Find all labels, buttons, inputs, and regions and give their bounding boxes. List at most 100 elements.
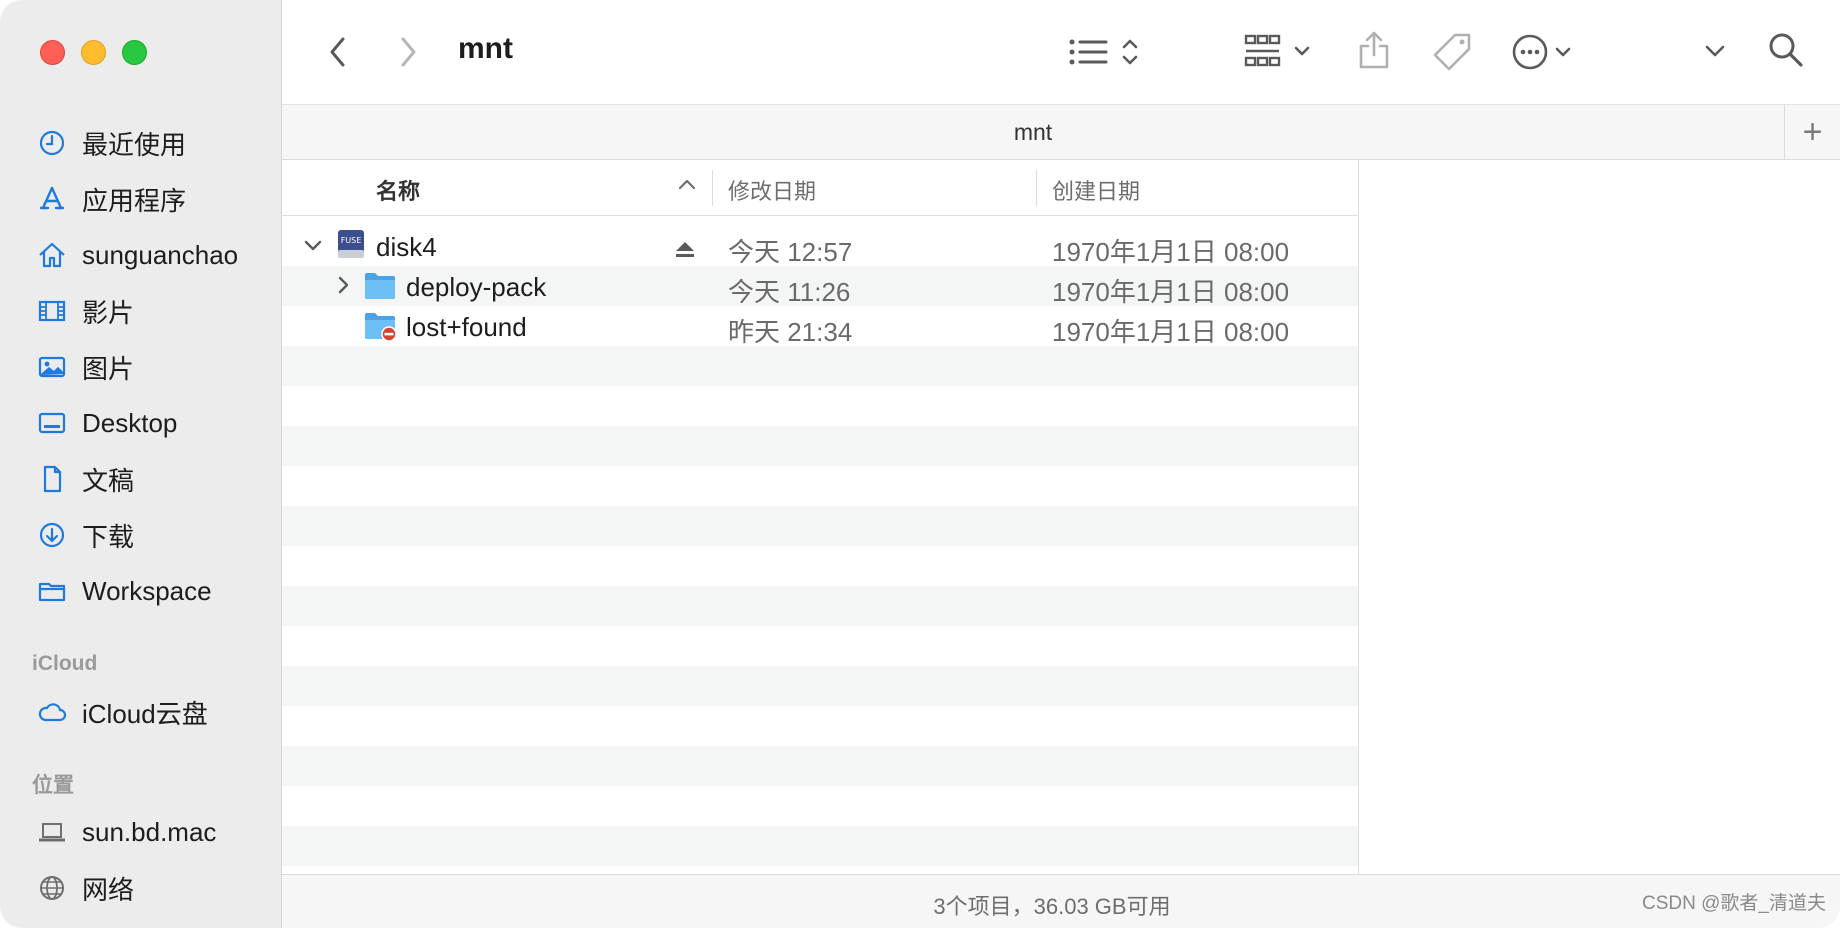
empty-row (282, 426, 1358, 466)
sidebar-item-workspace[interactable]: Workspace (0, 563, 282, 619)
search-button[interactable] (1766, 30, 1806, 70)
sidebar-item-downloads[interactable]: 下载 (0, 507, 282, 563)
watermark: CSDN @歌者_清道夫 (1642, 893, 1826, 914)
minimize-button[interactable] (81, 40, 106, 65)
empty-row (282, 826, 1358, 866)
empty-row (282, 546, 1358, 586)
sidebar-item-movies[interactable]: 影片 (0, 283, 282, 339)
action-menu-button[interactable] (1512, 30, 1578, 74)
sidebar-item-label: 图片 (82, 353, 135, 384)
sidebar-item-documents[interactable]: 文稿 (0, 451, 282, 507)
sidebar-item-home[interactable]: sunguanchao (0, 227, 282, 283)
file-name: deploy-pack (406, 272, 547, 302)
globe-icon (36, 872, 68, 904)
file-list: FUSE disk4 今天 12:57 1970年1月1日 08:00 depl… (282, 216, 1358, 874)
forward-button[interactable] (394, 32, 424, 72)
sidebar-item-pictures[interactable]: 图片 (0, 339, 282, 395)
sidebar-heading-locations: 位置 (32, 774, 74, 797)
share-button[interactable] (1356, 28, 1392, 72)
table-row[interactable]: deploy-pack 今天 11:26 1970年1月1日 08:00 (282, 266, 1358, 307)
preview-pane (1358, 160, 1840, 874)
sidebar-item-recents[interactable]: 最近使用 (0, 115, 282, 171)
folder-icon (36, 575, 68, 607)
tab-bar: mnt + (282, 104, 1840, 160)
chevron-left-icon (330, 37, 345, 67)
empty-row (282, 466, 1358, 506)
sidebar-item-icloud-drive[interactable]: iCloud云盘 (0, 684, 282, 740)
download-icon (36, 519, 68, 551)
sidebar-locations: sun.bd.mac 网络 (0, 804, 282, 916)
sidebar-item-applications[interactable]: 应用程序 (0, 171, 282, 227)
tag-button[interactable] (1430, 30, 1474, 74)
laptop-icon (36, 816, 68, 848)
column-header-modified[interactable]: 修改日期 (728, 174, 816, 206)
back-button[interactable] (322, 32, 352, 72)
folder-icon (365, 273, 395, 299)
sidebar-icloud: iCloud云盘 (0, 684, 282, 740)
table-row[interactable]: FUSE disk4 今天 12:57 1970年1月1日 08:00 (282, 226, 1358, 267)
file-name: lost+found (406, 312, 527, 342)
sidebar-item-label: 应用程序 (82, 185, 187, 216)
sidebar-item-label: sunguanchao (82, 239, 239, 270)
toolbar-overflow-button[interactable] (1700, 36, 1730, 66)
empty-row (282, 626, 1358, 666)
sidebar-item-label: Workspace (82, 575, 212, 606)
status-bar: 3个项目，36.03 GB可用 (282, 874, 1840, 928)
modified-date: 今天 11:26 (728, 277, 851, 307)
toolbar: mnt (282, 0, 1840, 104)
tab-mnt[interactable]: mnt (282, 119, 1784, 146)
sidebar-heading-icloud: iCloud (32, 652, 98, 675)
modified-date: 今天 12:57 (728, 237, 853, 267)
chevron-down-icon (1705, 45, 1725, 57)
sidebar-favorites: 最近使用 应用程序 sunguanchao 影片 图片 Desktop 文稿 下… (0, 115, 282, 619)
restricted-folder-icon (365, 313, 397, 342)
sidebar-item-mac[interactable]: sun.bd.mac (0, 804, 282, 860)
desktop-icon (36, 407, 68, 439)
sidebar-item-label: Desktop (82, 407, 178, 438)
empty-row (282, 586, 1358, 626)
status-text: 3个项目，36.03 GB可用 (933, 894, 1171, 919)
sidebar-item-label: 网络 (82, 874, 135, 905)
sidebar-item-desktop[interactable]: Desktop (0, 395, 282, 451)
eject-icon[interactable] (674, 240, 696, 258)
column-header: 名称 修改日期 创建日期 (282, 160, 1358, 216)
home-icon (36, 239, 68, 271)
modified-date: 昨天 21:34 (728, 317, 853, 347)
chevron-right-icon (401, 37, 416, 67)
photo-icon (36, 351, 68, 383)
more-icon (1512, 34, 1571, 70)
sidebar-item-label: 文稿 (82, 465, 135, 496)
sidebar-item-label: 影片 (82, 297, 135, 328)
window-controls (40, 40, 147, 65)
column-header-name[interactable]: 名称 (376, 174, 420, 206)
view-mode-button[interactable] (1066, 32, 1146, 72)
list-view-icon (1069, 39, 1138, 65)
empty-row (282, 506, 1358, 546)
sidebar: 最近使用 应用程序 sunguanchao 影片 图片 Desktop 文稿 下… (0, 0, 282, 928)
empty-row (282, 706, 1358, 746)
chevron-right-icon[interactable] (338, 276, 350, 294)
cloud-icon (36, 696, 68, 728)
created-date: 1970年1月1日 08:00 (1052, 237, 1290, 267)
grid-group-icon (1244, 34, 1310, 67)
close-button[interactable] (40, 40, 65, 65)
sidebar-item-label: 下载 (82, 521, 135, 552)
sort-ascending-icon (678, 179, 696, 190)
document-icon (36, 463, 68, 495)
created-date: 1970年1月1日 08:00 (1052, 277, 1290, 307)
sidebar-item-network[interactable]: 网络 (0, 860, 282, 916)
sidebar-item-label: sun.bd.mac (82, 816, 217, 847)
finder-window: 最近使用 应用程序 sunguanchao 影片 图片 Desktop 文稿 下… (0, 0, 1840, 928)
column-header-created[interactable]: 创建日期 (1052, 174, 1140, 206)
group-button[interactable] (1244, 32, 1324, 72)
chevron-down-icon[interactable] (304, 240, 322, 252)
zoom-button[interactable] (122, 40, 147, 65)
column-divider[interactable] (1036, 170, 1037, 206)
sidebar-item-label: iCloud云盘 (82, 698, 208, 729)
empty-row (282, 386, 1358, 426)
new-tab-button[interactable]: + (1784, 105, 1840, 160)
table-row[interactable]: lost+found 昨天 21:34 1970年1月1日 08:00 (282, 306, 1358, 347)
file-name: disk4 (376, 232, 437, 262)
column-divider[interactable] (712, 170, 713, 206)
empty-row (282, 746, 1358, 786)
